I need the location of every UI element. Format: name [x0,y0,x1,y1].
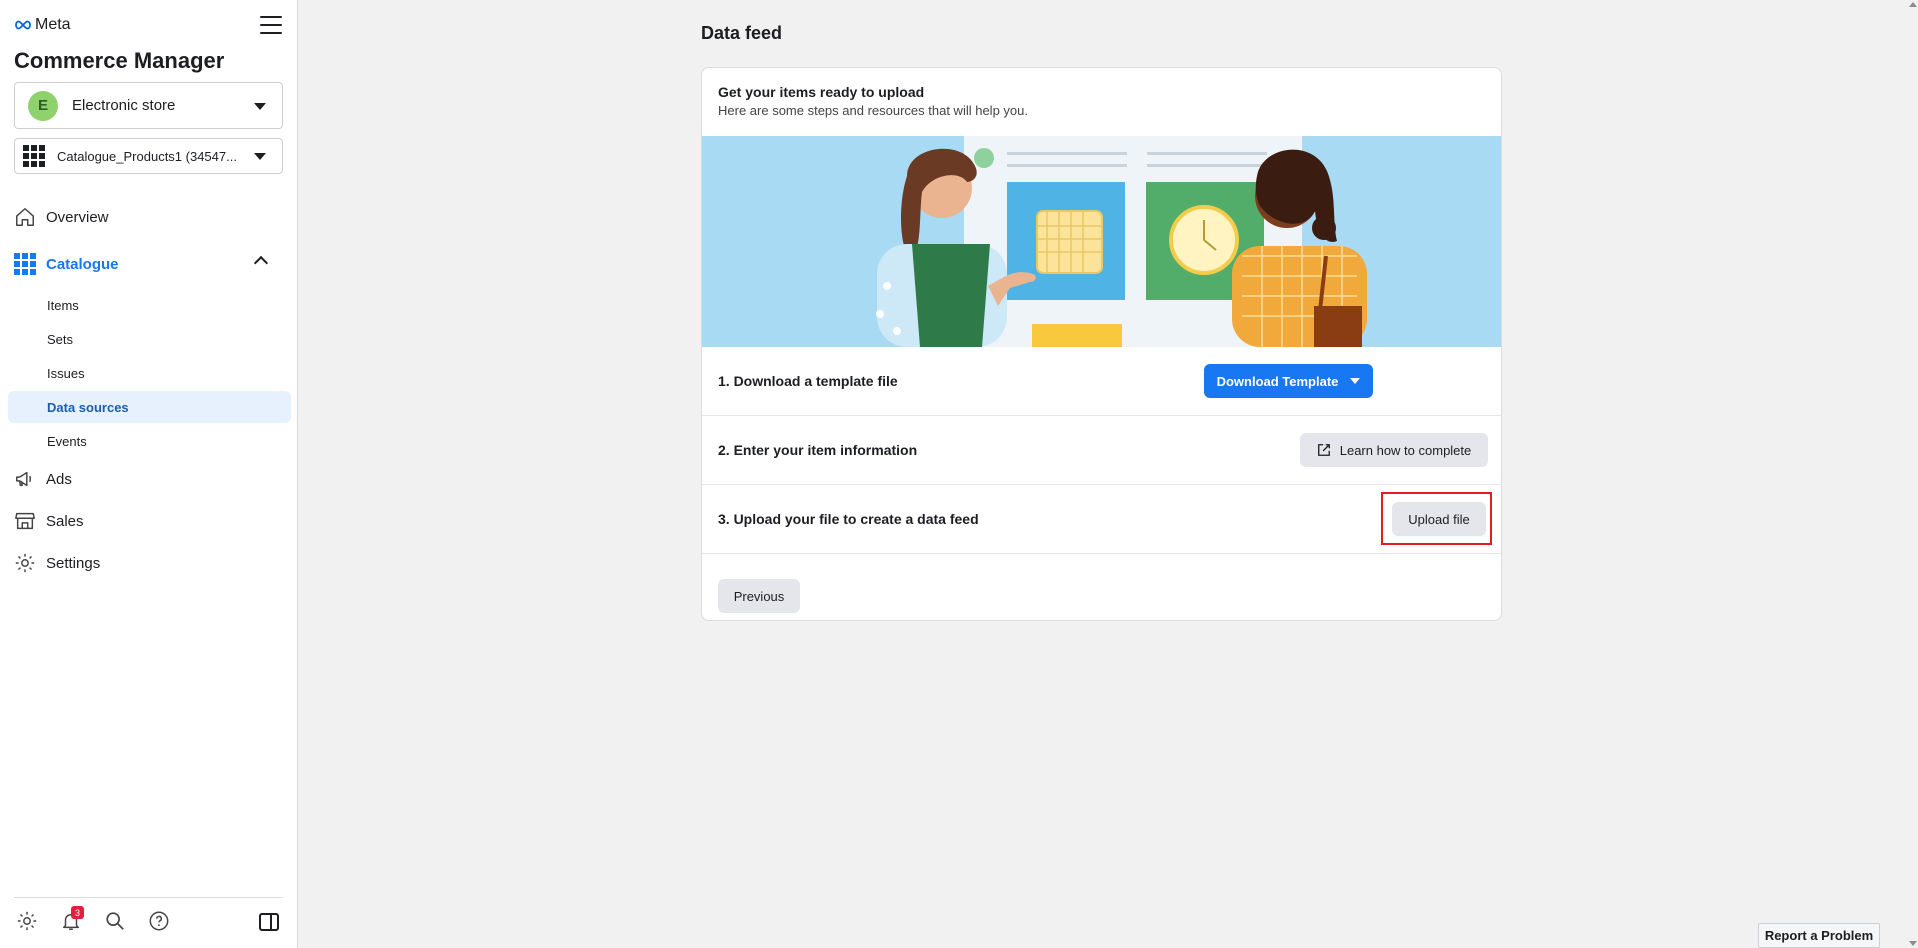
nav-settings[interactable]: Settings [14,552,100,574]
catalogue-selector[interactable]: Catalogue_Products1 (34547... [14,138,283,174]
search-icon[interactable] [104,910,126,932]
settings-gear-icon[interactable] [16,910,38,932]
page-title: Data feed [701,23,783,43]
nav-sales-label: Sales [46,512,84,530]
store-name: Electronic store [72,97,176,114]
nav-ads-label: Ads [46,470,72,488]
nav-sub-data-sources[interactable]: Data sources [8,391,291,423]
nav-sub-items[interactable]: Items [8,289,291,321]
card-title: Get your items ready to upload [718,84,925,100]
nav-sub-issues[interactable]: Issues [8,357,291,389]
catalogue-grid-icon [23,145,45,167]
catalogue-name: Catalogue_Products1 (34547... [57,148,237,164]
panel-toggle-icon[interactable] [259,913,279,931]
meta-logo[interactable]: Meta [14,16,71,34]
nav-sub-events[interactable]: Events [8,425,291,457]
nav-overview[interactable]: Overview [14,206,109,228]
notification-badge: 3 [71,906,84,919]
footer-icons: 3 [16,906,170,932]
report-problem-button[interactable]: Report a Problem [1758,923,1880,948]
gear-icon [15,553,35,573]
nav-sub-sets[interactable]: Sets [8,323,291,355]
menu-icon[interactable] [260,16,282,36]
caret-down-icon [254,102,266,110]
scroll-up-arrow-icon[interactable] [1909,2,1917,7]
scroll-down-arrow-icon[interactable] [1909,941,1917,946]
store-avatar: E [28,90,58,121]
meta-infinity-icon [15,20,31,30]
store-selector[interactable]: E Electronic store [14,82,283,129]
megaphone-icon [16,471,32,487]
step-download-template: 1. Download a template file [702,347,1501,416]
card-subtitle: Here are some steps and resources that w… [718,103,1028,118]
chevron-up-icon[interactable] [253,255,269,271]
sidebar: Meta Commerce Manager E Electronic store… [0,0,298,948]
storefront-icon [15,512,35,530]
nav-catalogue[interactable]: Catalogue [14,253,119,275]
step-3-text: 3. Upload your file to create a data fee… [718,511,979,527]
home-icon [16,208,34,226]
highlight-box [1381,492,1492,545]
nav-ads[interactable]: Ads [14,468,72,490]
download-template-label: Download Template [1216,373,1339,389]
nav-sales[interactable]: Sales [14,510,84,532]
footer-divider [14,897,283,898]
illustration-image [702,136,1501,347]
learn-how-label: Learn how to complete [1339,442,1472,458]
step-1-text: 1. Download a template file [718,373,898,389]
caret-down-icon [254,153,266,160]
learn-how-button[interactable]: Learn how to complete [1300,433,1488,467]
catalogue-icon [14,253,36,275]
step-2-text: 2. Enter your item information [718,442,918,458]
nav-catalogue-label: Catalogue [46,255,119,273]
notifications-bell-icon[interactable]: 3 [60,906,84,932]
help-icon[interactable] [148,910,170,932]
previous-button[interactable]: Previous [718,579,800,613]
download-template-button[interactable]: Download Template [1204,364,1373,398]
external-link-icon [1317,444,1330,456]
nav-settings-label: Settings [46,554,101,572]
app-title: Commerce Manager [14,48,225,73]
caret-down-icon [1350,378,1361,384]
meta-logo-text: Meta [35,16,71,33]
nav-overview-label: Overview [46,208,109,226]
